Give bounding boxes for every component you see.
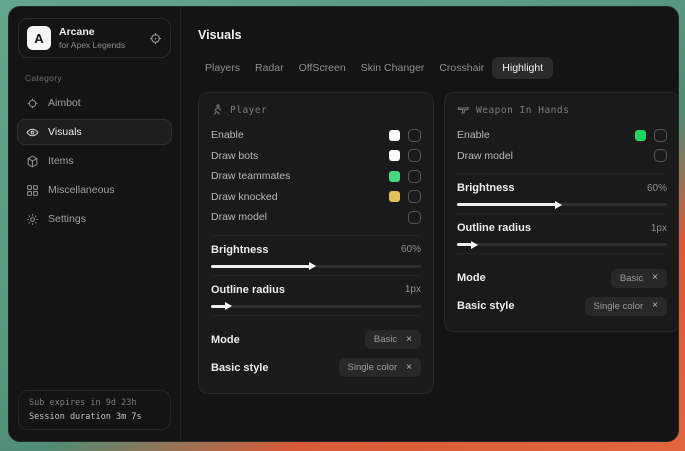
tab-radar[interactable]: Radar [248,57,291,79]
checkbox-enable[interactable] [408,129,421,142]
sidebar-item-items[interactable]: Items [17,148,172,174]
remove-icon[interactable]: × [652,273,658,283]
slider-track[interactable] [457,243,667,246]
mode-tag[interactable]: Basic × [365,330,421,349]
tab-bar: Players Radar OffScreen Skin Changer Cro… [198,57,667,79]
page-title: Visuals [198,28,667,42]
slider-thumb[interactable] [555,201,562,209]
slider-track[interactable] [211,265,421,268]
main-content: Visuals Players Radar OffScreen Skin Cha… [181,7,678,441]
toggle-row-draw-teammates: Draw teammates [211,166,421,187]
sidebar-item-settings[interactable]: Settings [17,206,172,232]
sidebar-item-miscellaneous[interactable]: Miscellaneous [17,177,172,203]
panel-player-header: Player [211,104,421,116]
slider-outline-radius: Outline radius 1px [211,275,421,308]
eye-icon [26,126,39,139]
crosshair-icon [26,97,39,110]
panel-player: Player Enable Draw bots Draw teammates [198,92,434,394]
toggle-row-draw-model: Draw model [211,207,421,228]
toggle-row-draw-knocked: Draw knocked [211,187,421,208]
sidebar-item-label: Items [48,155,74,167]
select-mode: Mode Basic × Basic style Single color × [211,315,421,380]
sidebar-item-aimbot[interactable]: Aimbot [17,90,172,116]
slider-thumb[interactable] [471,241,478,249]
weapon-icon [457,104,469,116]
subscription-info: Sub expires in 9d 23h Session duration 3… [18,390,171,430]
slider-track[interactable] [457,203,667,206]
toggle-row-draw-bots: Draw bots [211,146,421,167]
sidebar-item-label: Settings [48,213,86,225]
basic-style-tag[interactable]: Single color × [585,297,667,316]
sidebar-item-visuals[interactable]: Visuals [17,119,172,145]
mode-tag[interactable]: Basic × [611,269,667,288]
select-mode: Mode Basic × Basic style Single color × [457,253,667,318]
app-window: A Arcane for Apex Legends Category [8,6,679,442]
panel-weapon-in-hands: Weapon In Hands Enable Draw model Bright… [444,92,679,332]
color-swatch[interactable] [389,191,400,202]
color-swatch[interactable] [389,171,400,182]
sidebar-item-label: Visuals [48,126,82,138]
checkbox-draw-model[interactable] [408,211,421,224]
brand-text: Arcane for Apex Legends [59,26,141,50]
checkbox-draw-bots[interactable] [408,149,421,162]
sidebar-nav: Aimbot Visuals Items [9,90,180,232]
slider-thumb[interactable] [309,262,316,270]
slider-value: 1px [405,284,421,295]
panels: Player Enable Draw bots Draw teammates [198,92,667,394]
box-icon [26,155,39,168]
panel-title: Player [230,105,267,116]
slider-thumb[interactable] [225,302,232,310]
sidebar-item-label: Miscellaneous [48,184,115,196]
tab-crosshair[interactable]: Crosshair [432,57,491,79]
toggle-row-draw-model: Draw model [457,146,667,167]
app-name: Arcane [59,26,141,38]
slider-track[interactable] [211,305,421,308]
basic-style-tag[interactable]: Single color × [339,358,421,377]
remove-icon[interactable]: × [406,363,412,373]
sidebar-item-label: Aimbot [48,97,81,109]
app-logo: A [27,26,51,50]
slider-value: 1px [651,223,667,234]
color-swatch[interactable] [389,130,400,141]
category-label: Category [25,73,164,83]
checkbox-enable[interactable] [654,129,667,142]
toggle-row-enable: Enable [457,125,667,146]
tab-players[interactable]: Players [198,57,247,79]
slider-brightness: Brightness 60% [457,173,667,206]
tab-highlight[interactable]: Highlight [492,57,553,79]
session-duration-text: Session duration 3m 7s [29,412,160,422]
app-subtitle: for Apex Legends [59,40,141,50]
color-swatch[interactable] [635,130,646,141]
gear-icon [26,213,39,226]
player-icon [211,104,223,116]
remove-icon[interactable]: × [406,335,412,345]
slider-outline-radius: Outline radius 1px [457,213,667,246]
sub-expires-text: Sub expires in 9d 23h [29,398,160,408]
slider-value: 60% [401,244,421,255]
slider-brightness: Brightness 60% [211,235,421,268]
checkbox-draw-knocked[interactable] [408,190,421,203]
toggle-row-enable: Enable [211,125,421,146]
sidebar: A Arcane for Apex Legends Category [9,7,181,441]
checkbox-draw-teammates[interactable] [408,170,421,183]
target-icon[interactable] [149,32,162,45]
tab-offscreen[interactable]: OffScreen [292,57,353,79]
remove-icon[interactable]: × [652,301,658,311]
panel-weapon-header: Weapon In Hands [457,104,667,116]
panel-title: Weapon In Hands [476,105,569,116]
tab-skin-changer[interactable]: Skin Changer [354,57,432,79]
grid-icon [26,184,39,197]
color-swatch[interactable] [389,150,400,161]
checkbox-draw-model[interactable] [654,149,667,162]
brand-card: A Arcane for Apex Legends [18,18,171,58]
slider-value: 60% [647,183,667,194]
